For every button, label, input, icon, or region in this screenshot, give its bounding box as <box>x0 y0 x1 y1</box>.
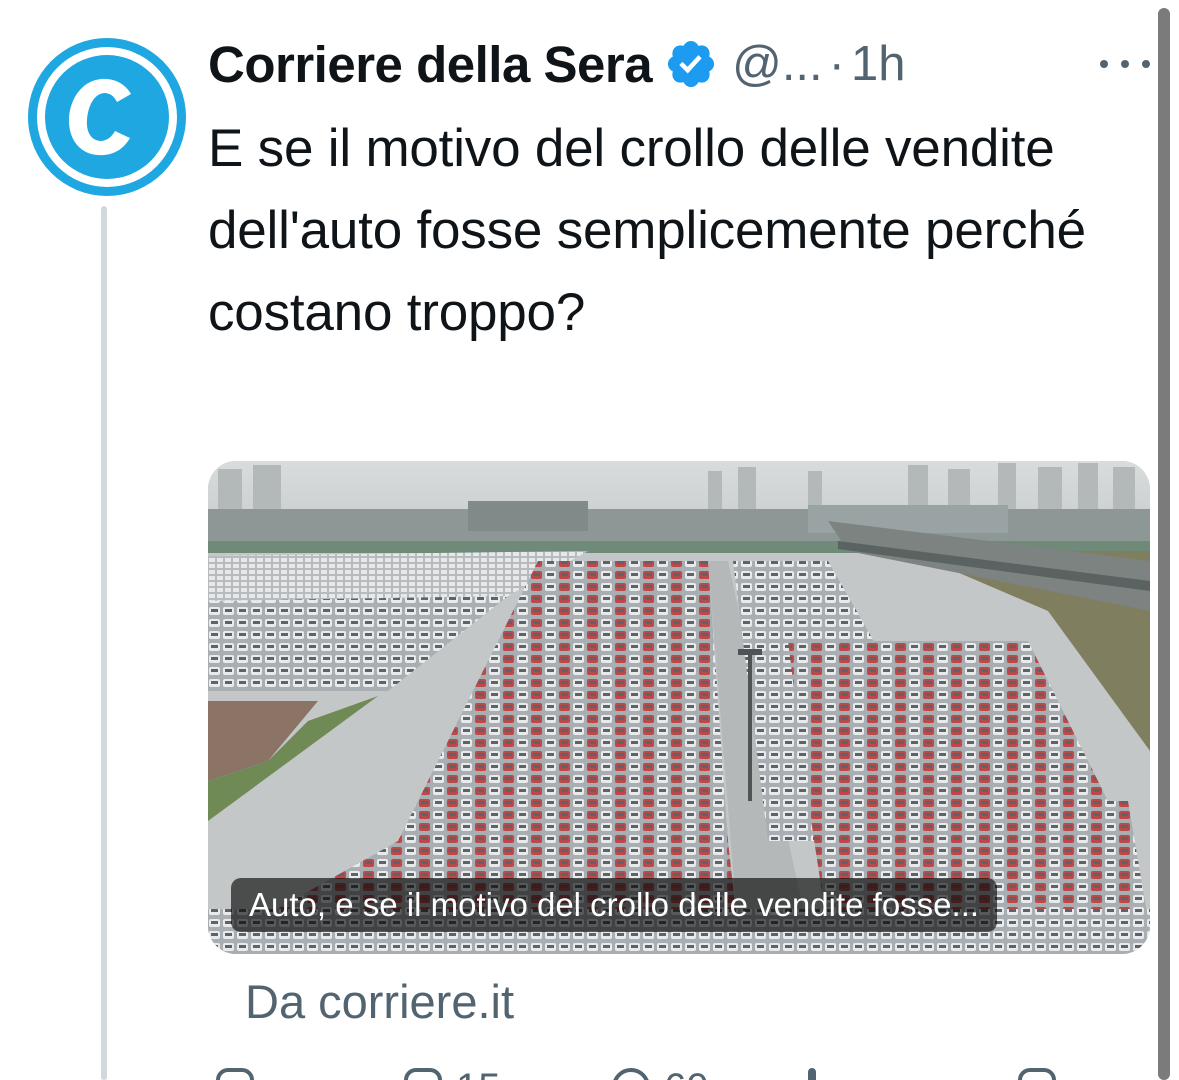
thread-line <box>101 206 107 1080</box>
views-button[interactable] <box>808 1068 830 1080</box>
link-card[interactable]: Auto, e se il motivo del crollo delle ve… <box>208 461 1150 954</box>
tweet[interactable]: Corriere della Sera @... · 1h E se il mo… <box>0 0 1179 1080</box>
tweet-text: E se il motivo del crollo delle vendite … <box>208 119 1086 342</box>
reply-button[interactable] <box>216 1068 268 1080</box>
timestamp[interactable]: 1h <box>851 36 906 92</box>
retweet-button[interactable]: 15 <box>404 1068 501 1080</box>
tweet-header: Corriere della Sera @... · 1h <box>208 32 906 96</box>
handle[interactable]: @... <box>732 36 823 92</box>
retweet-icon <box>404 1068 442 1080</box>
scrollbar[interactable] <box>1158 8 1170 1080</box>
like-button[interactable]: 60 <box>612 1068 709 1080</box>
reply-icon <box>216 1068 254 1080</box>
views-icon <box>808 1068 816 1080</box>
like-count: 60 <box>664 1068 709 1080</box>
more-horizontal-icon[interactable] <box>1100 44 1150 84</box>
avatar[interactable] <box>28 38 186 196</box>
share-icon <box>1018 1068 1056 1080</box>
share-button[interactable] <box>1018 1068 1056 1080</box>
retweet-count: 15 <box>456 1068 501 1080</box>
like-icon <box>612 1068 650 1080</box>
verified-badge-icon <box>668 40 715 88</box>
card-caption: Auto, e se il motivo del crollo delle ve… <box>231 878 998 932</box>
card-source-link[interactable]: Da corriere.it <box>245 974 514 1029</box>
separator-dot: · <box>828 37 845 91</box>
display-name[interactable]: Corriere della Sera <box>208 35 653 94</box>
action-bar: 15 60 <box>208 1068 1148 1080</box>
